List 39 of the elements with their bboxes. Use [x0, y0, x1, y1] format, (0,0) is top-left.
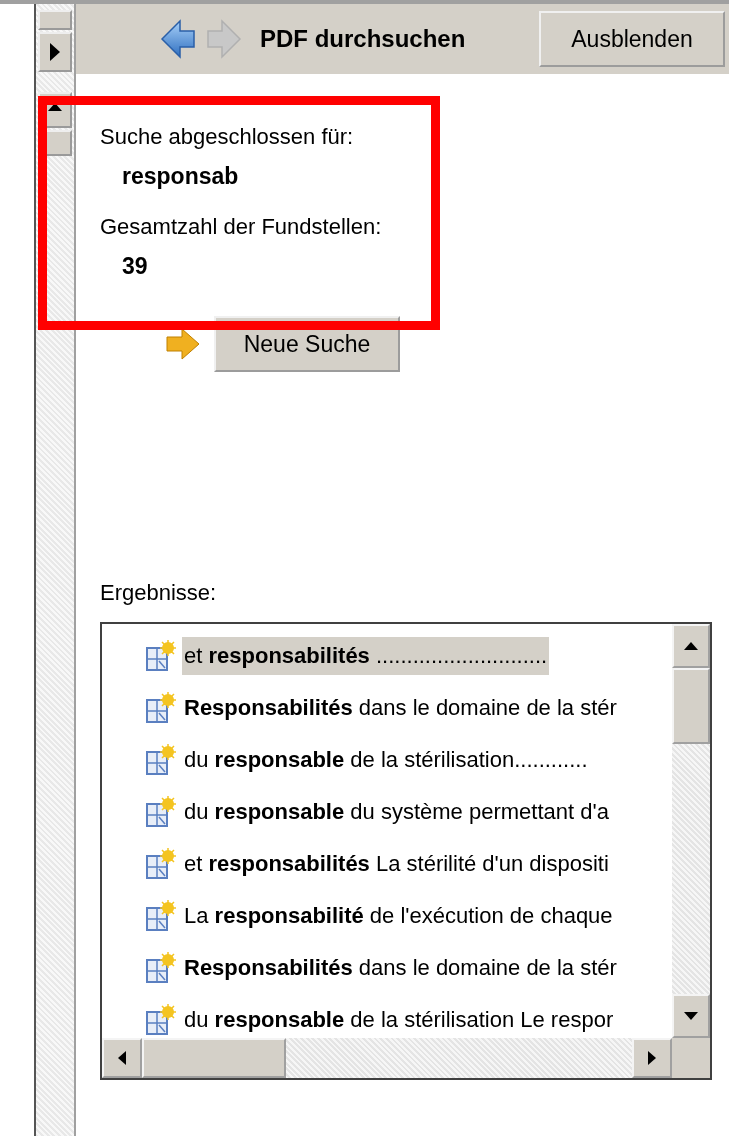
document-icon	[146, 900, 176, 932]
document-icon	[146, 744, 176, 776]
arrow-right-icon	[166, 328, 200, 360]
triangle-up-icon	[47, 102, 63, 112]
result-item[interactable]: du responsable de la stérilisation............	[182, 741, 590, 779]
scroll-thumb[interactable]	[672, 668, 710, 744]
total-count: 39	[121, 252, 149, 281]
triangle-right-icon	[49, 42, 61, 62]
hide-button[interactable]: Ausblenden	[539, 11, 725, 67]
panel-title: PDF durchsuchen	[259, 25, 467, 53]
back-arrow-icon[interactable]	[160, 19, 196, 59]
expand-button[interactable]	[38, 32, 72, 72]
results-label: Ergebnisse:	[100, 580, 218, 607]
document-icon	[146, 796, 176, 828]
document-icon	[146, 952, 176, 984]
scroll-right-button[interactable]	[632, 1038, 672, 1078]
size-grip	[672, 1038, 710, 1078]
triangle-down-icon	[684, 1012, 698, 1020]
scroll-up-button[interactable]	[672, 624, 710, 668]
search-status-label: Suche abgeschlossen für:	[100, 123, 355, 151]
result-item[interactable]: Responsabilités dans le domaine de la stér	[182, 949, 619, 987]
result-item[interactable]: Responsabilités dans le domaine de la stér	[182, 689, 619, 727]
triangle-up-icon	[684, 642, 698, 650]
scroll-thumb[interactable]	[142, 1038, 286, 1078]
total-count-label: Gesamtzahl der Fundstellen:	[100, 213, 383, 241]
search-term: responsab	[121, 162, 240, 191]
result-item[interactable]: La responsabilité de l'exécution de chaque	[182, 897, 615, 935]
triangle-right-icon	[648, 1051, 656, 1065]
result-item[interactable]: et responsabilités La stérilité d'un dispositi	[182, 845, 611, 883]
result-item[interactable]: du responsable du système permettant d'a	[182, 793, 611, 831]
result-item[interactable]: du responsable de la stérilisation Le respor	[182, 1001, 616, 1038]
document-icon	[146, 1004, 176, 1036]
scroll-left-button[interactable]	[102, 1038, 142, 1078]
document-icon	[146, 692, 176, 724]
result-item[interactable]: et responsabilités ............................	[182, 637, 550, 675]
document-icon	[146, 640, 176, 672]
triangle-left-icon	[118, 1051, 126, 1065]
document-icon	[146, 848, 176, 880]
scroll-down-button[interactable]	[672, 994, 710, 1038]
